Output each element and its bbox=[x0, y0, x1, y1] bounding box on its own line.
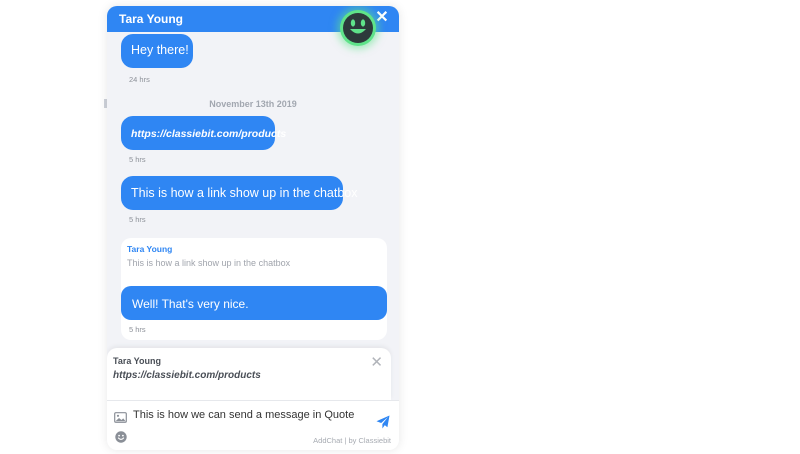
close-icon[interactable]: ✕ bbox=[370, 353, 383, 371]
date-separator: November 13th 2019 bbox=[209, 99, 297, 109]
chat-widget: Tara Young ✕ Hey there! 24 hrs November … bbox=[107, 6, 399, 450]
message-bubble: Well! That's very nice. bbox=[121, 286, 387, 320]
send-icon[interactable] bbox=[376, 415, 390, 434]
message-bubble: Hey there! bbox=[121, 34, 193, 68]
contact-name: Tara Young bbox=[119, 12, 184, 26]
quote-author: Tara Young bbox=[127, 244, 173, 254]
message-time: 24 hrs bbox=[129, 75, 150, 84]
quote-text: This is how a link show up in the chatbo… bbox=[127, 258, 291, 268]
emoji-icon[interactable] bbox=[115, 430, 127, 448]
message-link-bubble[interactable]: https://classiebit.com/products bbox=[121, 116, 286, 150]
quote-preview-text: https://classiebit.com/products bbox=[113, 370, 261, 381]
message-list: Hey there! 24 hrs November 13th 2019 htt… bbox=[107, 32, 399, 354]
message-input[interactable] bbox=[133, 407, 363, 423]
message-time: 5 hrs bbox=[129, 215, 146, 224]
message-composer: AddChat | by Classiebit bbox=[107, 400, 399, 450]
quoted-message: Tara Young This is how a link show up in… bbox=[121, 238, 387, 340]
quote-preview: Tara Young https://classiebit.com/produc… bbox=[107, 348, 391, 400]
image-icon[interactable] bbox=[114, 410, 127, 428]
message-time: 5 hrs bbox=[129, 325, 146, 334]
quote-preview-author: Tara Young bbox=[113, 356, 162, 366]
message-bubble: This is how a link show up in the chatbo… bbox=[121, 176, 358, 210]
close-icon[interactable]: ✕ bbox=[374, 9, 390, 27]
message-time: 5 hrs bbox=[129, 155, 146, 164]
brand-credit[interactable]: AddChat | by Classiebit bbox=[313, 436, 391, 445]
smiley-icon bbox=[340, 10, 376, 46]
